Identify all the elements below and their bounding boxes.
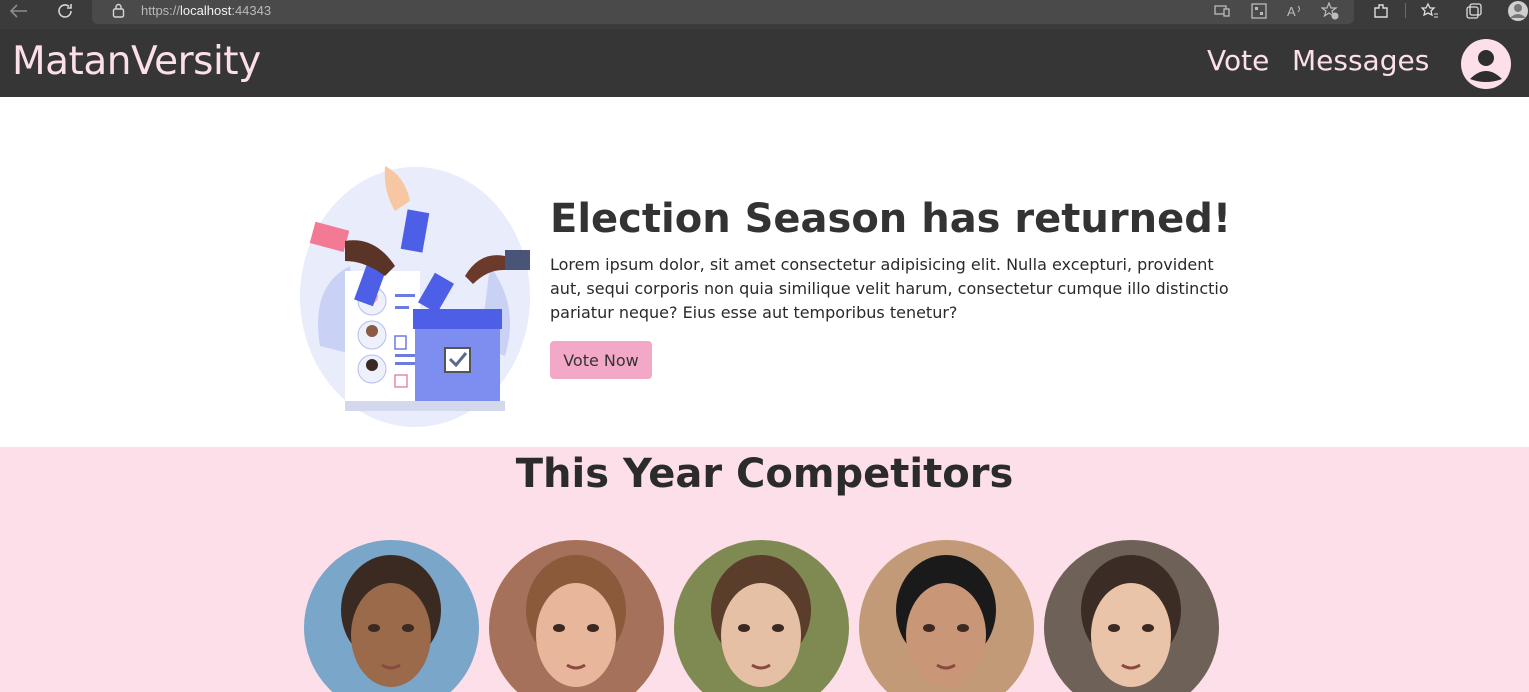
- competitor-2-photo[interactable]: [489, 540, 664, 692]
- browser-profile-icon[interactable]: [1507, 0, 1529, 22]
- qr-icon[interactable]: [1250, 2, 1268, 20]
- hero-title: Election Season has returned!: [550, 196, 1232, 242]
- read-aloud-icon[interactable]: A: [1286, 2, 1304, 20]
- competitors-title: This Year Competitors: [515, 451, 1014, 497]
- favorites-icon[interactable]: [1421, 2, 1439, 20]
- lock-icon: [112, 3, 125, 18]
- vote-now-button[interactable]: Vote Now: [550, 341, 652, 379]
- reload-icon[interactable]: [54, 0, 76, 22]
- browser-toolbar: https://localhost:44343 A: [0, 0, 1529, 29]
- address-bar[interactable]: https://localhost:44343 A: [92, 0, 1354, 24]
- competitor-3-photo[interactable]: [674, 540, 849, 692]
- site-navbar: MatanVersity Vote Messages: [0, 29, 1529, 97]
- toolbar-divider: [1405, 3, 1406, 18]
- competitors-section: This Year Competitors: [0, 447, 1529, 692]
- extensions-icon[interactable]: [1372, 2, 1390, 20]
- back-icon[interactable]: [8, 0, 30, 22]
- hero-description: Lorem ipsum dolor, sit amet consectetur …: [550, 255, 1229, 322]
- svg-text:A: A: [1287, 4, 1296, 19]
- collections-icon[interactable]: [1465, 2, 1483, 20]
- competitor-1-photo[interactable]: [304, 540, 479, 692]
- nav-link-vote[interactable]: Vote: [1207, 44, 1269, 77]
- ballot-box-illustration: [300, 166, 530, 427]
- user-icon: [1470, 50, 1502, 82]
- profile-avatar-button[interactable]: [1461, 39, 1511, 89]
- add-favorite-icon[interactable]: [1321, 2, 1339, 20]
- url-text: https://localhost:44343: [141, 3, 272, 18]
- brand-logo[interactable]: MatanVersity: [12, 39, 261, 84]
- nav-link-messages[interactable]: Messages: [1292, 44, 1429, 77]
- competitor-4-photo[interactable]: [859, 540, 1034, 692]
- competitor-5-photo[interactable]: [1044, 540, 1219, 692]
- app-available-icon[interactable]: [1213, 2, 1231, 20]
